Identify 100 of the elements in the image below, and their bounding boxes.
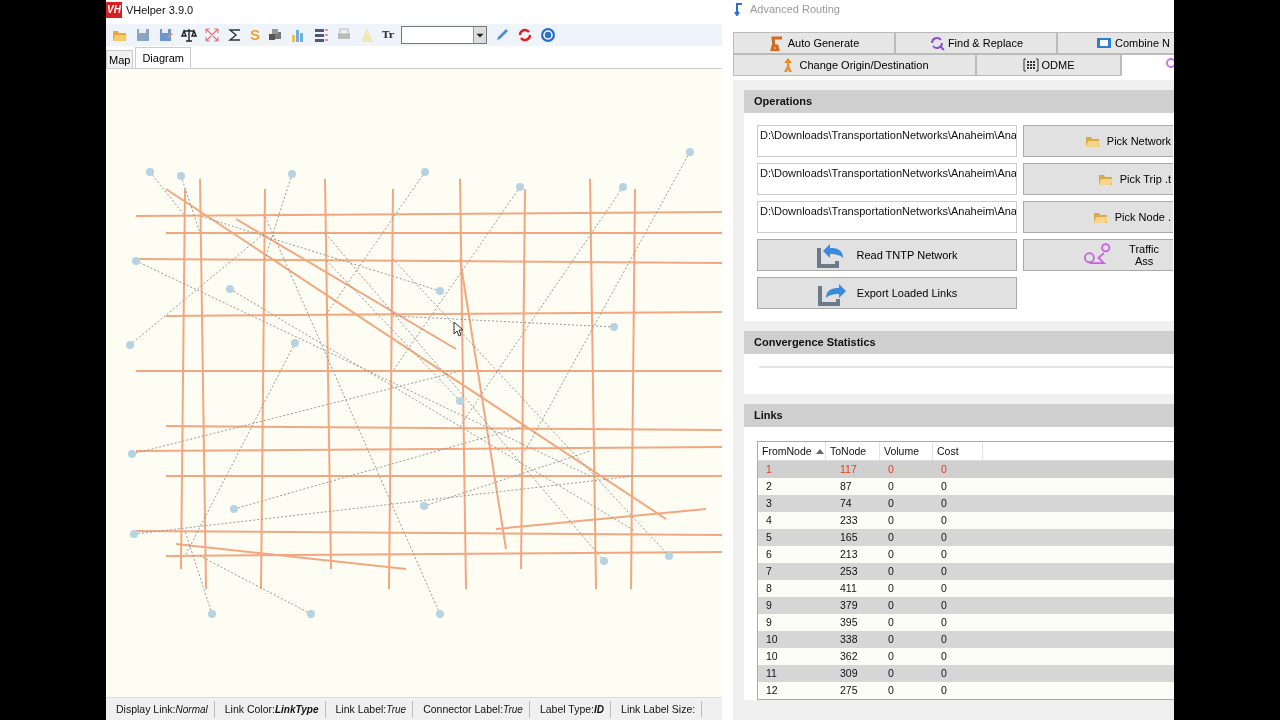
- table-cell-text: 0: [940, 666, 948, 681]
- tab[interactable]: Change Origin/Destination: [733, 54, 976, 76]
- table-row[interactable]: 5 165 0 0: [758, 529, 1174, 546]
- table-cell-text: 0: [887, 581, 895, 596]
- table-cell-text: 10: [765, 632, 779, 647]
- save-as-icon[interactable]: [158, 27, 174, 43]
- merge-icon: [1096, 35, 1112, 51]
- folder-icon: [1084, 134, 1101, 148]
- pick-file-button[interactable]: Pick Network: [1023, 125, 1173, 157]
- table-cell-text: 7: [765, 564, 773, 579]
- table-cell-text: 0: [940, 632, 948, 647]
- status-item: Link Color:LinkType: [214, 700, 326, 718]
- table-cell-text: 0: [887, 462, 895, 477]
- table-cell-text: 379: [839, 598, 859, 613]
- status-item: Label Type:ID: [529, 700, 612, 718]
- table-cell-text: 0: [940, 513, 948, 528]
- scale-icon[interactable]: [181, 27, 197, 43]
- table-cell-text: 0: [887, 513, 895, 528]
- table-cell-text: 0: [887, 649, 895, 664]
- table-row[interactable]: 6 213 0 0: [758, 546, 1174, 563]
- column-header[interactable]: Volume: [880, 442, 933, 460]
- table-cell-text: 395: [839, 615, 859, 630]
- table-row[interactable]: 10 338 0 0: [758, 631, 1174, 648]
- tab[interactable]: Find & Replace: [895, 32, 1057, 54]
- table-cell-text: 275: [839, 683, 859, 698]
- list-icon[interactable]: [313, 27, 329, 43]
- table-cell-text: 12: [765, 683, 779, 698]
- section-header: Links: [744, 404, 1174, 427]
- bar-chart-icon[interactable]: [290, 27, 306, 43]
- table-cell-text: 3: [765, 496, 773, 511]
- caret-icon: [473, 27, 486, 43]
- table-cell-text: 253: [839, 564, 859, 579]
- pick-file-button[interactable]: Pick Trip .t: [1023, 163, 1173, 195]
- action-button[interactable]: Export Loaded Links: [757, 277, 1017, 309]
- table-cell-text: 6: [765, 547, 773, 562]
- table-row[interactable]: 12 275 0 0: [758, 682, 1174, 699]
- table-cell-text: 0: [887, 632, 895, 647]
- table-row[interactable]: 3 74 0 0: [758, 495, 1174, 512]
- table-cell-text: 5: [765, 530, 773, 545]
- table-cell-text: 0: [887, 479, 895, 494]
- status-item: Link Label Size:: [611, 701, 703, 717]
- view-tab[interactable]: Diagram: [135, 47, 191, 68]
- action-button[interactable]: Traffic Ass: [1023, 239, 1173, 271]
- table-row[interactable]: 2 87 0 0: [758, 478, 1174, 495]
- table-cell-text: 233: [839, 513, 859, 528]
- column-header[interactable]: FromNode: [758, 442, 826, 460]
- robot-arm-icon: [768, 35, 785, 51]
- table-cell-text: 0: [887, 547, 895, 562]
- routing-icon: [734, 2, 744, 16]
- table-cell-text: 0: [887, 598, 895, 613]
- mouse-cursor-icon: [453, 321, 464, 337]
- save-icon[interactable]: [135, 27, 151, 43]
- table-cell-text: 74: [839, 496, 853, 511]
- text-size-icon[interactable]: Tr: [382, 27, 394, 43]
- status-item: Display Link:Normal: [106, 700, 215, 718]
- table-cell-text: 309: [839, 666, 859, 681]
- sigma-icon[interactable]: [227, 27, 243, 43]
- color-dropdown[interactable]: [401, 26, 487, 44]
- help-icon[interactable]: [540, 27, 556, 43]
- expand-icon[interactable]: [204, 27, 220, 43]
- table-cell-text: 0: [887, 683, 895, 698]
- table-row[interactable]: 11 309 0 0: [758, 665, 1174, 682]
- tab[interactable]: ODME: [976, 54, 1121, 76]
- cubes-icon[interactable]: [267, 27, 283, 43]
- view-tab[interactable]: Map: [106, 50, 134, 68]
- pick-file-button[interactable]: Pick Node .: [1023, 201, 1173, 233]
- status-item: Connector Label:True: [413, 700, 530, 718]
- table-cell-text: 0: [940, 564, 948, 579]
- section-header: Operations: [744, 90, 1174, 113]
- table-cell-text: 0: [887, 496, 895, 511]
- column-header[interactable]: Cost: [933, 442, 983, 460]
- table-row[interactable]: 7 253 0 0: [758, 563, 1174, 580]
- table-cell-text: 0: [940, 598, 948, 613]
- table-row[interactable]: 8 411 0 0: [758, 580, 1174, 597]
- table-cell-text: 411: [839, 581, 858, 596]
- folder-icon: [1097, 172, 1114, 186]
- table-cell-text: 11: [765, 666, 778, 681]
- table-row[interactable]: 9 395 0 0: [758, 614, 1174, 631]
- panel-title: Advanced Routing: [750, 3, 840, 15]
- tab[interactable]: Auto Generate: [733, 32, 895, 54]
- window-title: VHelper 3.9.0: [125, 4, 194, 16]
- refresh-icon[interactable]: [517, 27, 533, 43]
- table-cell-text: 8: [765, 581, 773, 596]
- table-cell-text: 0: [940, 615, 948, 630]
- tab[interactable]: Combine N: [1057, 32, 1174, 54]
- table-cell-text: 0: [940, 683, 948, 698]
- column-header[interactable]: ToNode: [826, 442, 880, 460]
- table-cell-text: 2: [765, 479, 773, 494]
- folder-icon: [1092, 210, 1109, 224]
- table-cell-text: 213: [839, 547, 859, 562]
- table-cell-text: 0: [887, 530, 895, 545]
- table-cell-text: 9: [765, 615, 773, 630]
- table-row[interactable]: 10 362 0 0: [758, 648, 1174, 665]
- table-cell-text: 0: [887, 666, 895, 681]
- pencil-icon[interactable]: [494, 27, 510, 43]
- table-cell-text: 0: [940, 496, 948, 511]
- table-row[interactable]: 4 233 0 0: [758, 512, 1174, 529]
- table-row[interactable]: 9 379 0 0: [758, 597, 1174, 614]
- table-cell-text: 0: [887, 615, 895, 630]
- action-button[interactable]: Read TNTP Network: [757, 239, 1017, 271]
